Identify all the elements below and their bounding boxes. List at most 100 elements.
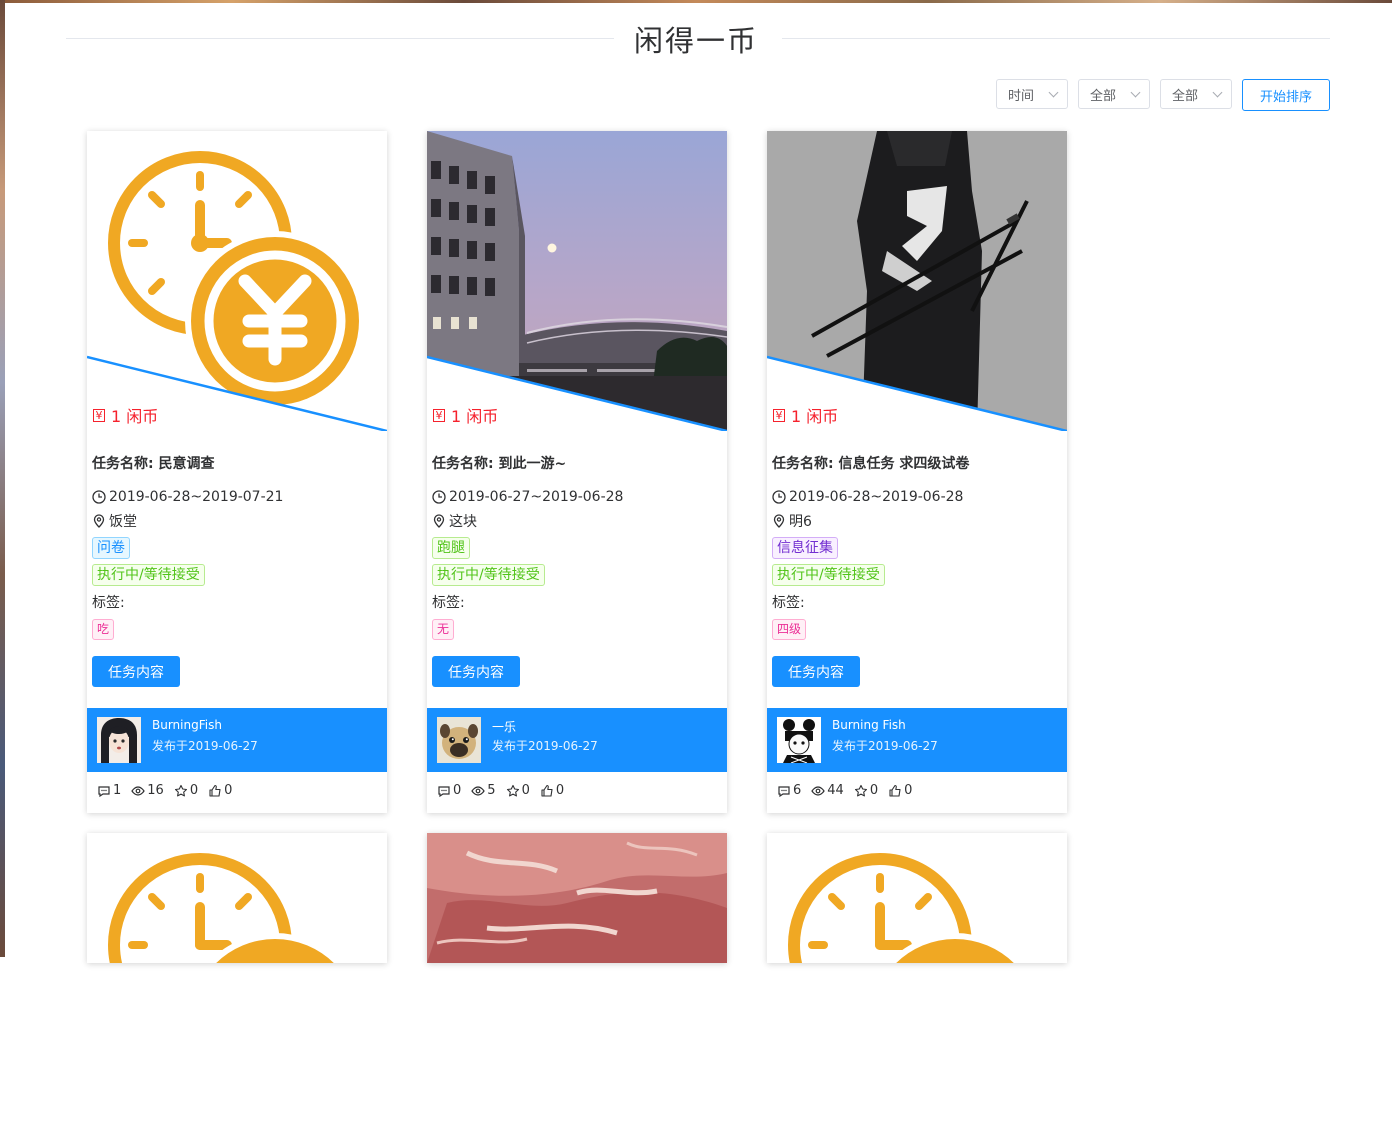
task-date-range: 2019-06-28~2019-06-28 [789, 489, 964, 505]
chevron-down-icon [1130, 87, 1141, 98]
star-count[interactable]: 0 [854, 783, 878, 798]
task-cover-image[interactable] [427, 131, 727, 431]
background-strip-left [0, 0, 5, 957]
task-tag: 四级 [772, 619, 807, 640]
page-title: 闲得一币 [633, 24, 758, 58]
task-name: 任务名称: 信息任务 求四级试卷 [772, 456, 970, 472]
status-filter-select[interactable]: 全部 [1160, 79, 1232, 109]
publish-date: 发布于2019-06-27 [832, 739, 938, 753]
task-place-name: 饭堂 [109, 514, 137, 530]
like-count-value: 0 [224, 783, 233, 798]
task-cover-image[interactable] [87, 131, 387, 431]
coin-icon: ¥ [433, 408, 445, 422]
task-card: ¥ 1 闲币 任务名称: 信息任务 求四级试卷 2019-06-28~2019-… [767, 131, 1067, 813]
like-count-value: 0 [904, 783, 913, 798]
star-icon [854, 784, 867, 796]
comment-count-value: 1 [113, 783, 122, 798]
avatar[interactable] [437, 717, 481, 763]
task-detail-button[interactable]: 任务内容 [432, 656, 520, 687]
task-place: 这块 [432, 511, 477, 531]
clock-coin-illustration [767, 833, 1067, 963]
avatar[interactable] [97, 717, 141, 763]
task-cover-image[interactable] [767, 833, 1067, 1133]
clock-icon [772, 490, 786, 504]
like-count[interactable]: 0 [888, 783, 912, 798]
author-name[interactable]: Burning Fish [832, 718, 906, 732]
task-detail-button[interactable]: 任务内容 [772, 656, 860, 687]
card-stats: 1 16 0 0 [97, 783, 232, 798]
coin-icon: ¥ [773, 408, 785, 422]
task-date: 2019-06-28~2019-06-28 [772, 489, 963, 505]
tags-label: 标签: [772, 595, 805, 611]
start-sort-button[interactable]: 开始排序 [1242, 79, 1330, 111]
task-card: ¥ 1 闲币 任务名称: 民意调查 2019-06-28~2019-07-21 … [87, 131, 387, 813]
background-strip-top [0, 0, 1392, 3]
figure-with-swords-photo [767, 131, 1067, 431]
like-count[interactable]: 0 [540, 783, 564, 798]
star-icon [506, 784, 519, 796]
author-bar: 一乐 发布于2019-06-27 [427, 708, 727, 772]
task-status-tag: 执行中/等待接受 [432, 564, 545, 586]
reward-amount: 1 闲币 [111, 407, 159, 426]
clock-icon [92, 490, 106, 504]
tags-label: 标签: [92, 595, 125, 611]
eye-icon [131, 785, 145, 796]
sort-field-select[interactable]: 时间 [996, 79, 1068, 109]
task-place-name: 明6 [789, 514, 812, 530]
task-place-name: 这块 [449, 514, 477, 530]
reward-badge: ¥ 1 闲币 [433, 403, 498, 427]
publish-date: 发布于2019-06-27 [492, 739, 598, 753]
view-count: 5 [471, 783, 496, 798]
comment-count[interactable]: 6 [777, 783, 801, 798]
view-count-value: 5 [487, 783, 496, 798]
chevron-down-icon [1048, 87, 1059, 98]
task-type-tag: 信息征集 [772, 537, 838, 559]
thumbs-up-icon [541, 784, 553, 797]
thumbs-up-icon [209, 784, 221, 797]
task-cover-image[interactable] [767, 131, 1067, 431]
type-filter-select[interactable]: 全部 [1078, 79, 1150, 109]
like-count[interactable]: 0 [208, 783, 232, 798]
eye-icon [811, 785, 825, 796]
raw-meat-photo [427, 833, 727, 963]
task-type-tag: 问卷 [92, 537, 130, 559]
view-count: 16 [131, 783, 164, 798]
comment-icon [778, 785, 790, 797]
task-date: 2019-06-28~2019-07-21 [92, 489, 283, 505]
comment-count[interactable]: 0 [437, 783, 461, 798]
task-date-range: 2019-06-27~2019-06-28 [449, 489, 624, 505]
author-name[interactable]: BurningFish [152, 718, 222, 732]
card-stats: 0 5 0 0 [437, 783, 564, 798]
star-icon [174, 784, 187, 796]
publish-date: 发布于2019-06-27 [152, 739, 258, 753]
title-divider-left [66, 38, 614, 39]
author-bar: BurningFish 发布于2019-06-27 [87, 708, 387, 772]
comment-count[interactable]: 1 [97, 783, 121, 798]
task-status-tag: 执行中/等待接受 [92, 564, 205, 586]
location-pin-icon [433, 514, 445, 528]
author-name[interactable]: 一乐 [492, 718, 516, 735]
avatar[interactable] [777, 717, 821, 763]
task-cover-image[interactable] [427, 833, 727, 1133]
task-date-range: 2019-06-28~2019-07-21 [109, 489, 284, 505]
star-count-value: 0 [521, 783, 530, 798]
avatar-image [97, 717, 141, 763]
task-status-tag: 执行中/等待接受 [772, 564, 885, 586]
reward-amount: 1 闲币 [791, 407, 839, 426]
location-pin-icon [93, 514, 105, 528]
star-count[interactable]: 0 [506, 783, 530, 798]
task-place: 饭堂 [92, 511, 137, 531]
coin-icon: ¥ [93, 408, 105, 422]
reward-badge: ¥ 1 闲币 [93, 403, 158, 427]
star-count[interactable]: 0 [174, 783, 198, 798]
task-date: 2019-06-27~2019-06-28 [432, 489, 623, 505]
avatar-image [437, 717, 481, 763]
clock-coin-illustration [87, 833, 387, 963]
reward-badge: ¥ 1 闲币 [773, 403, 838, 427]
tags-label: 标签: [432, 595, 465, 611]
task-detail-button[interactable]: 任务内容 [92, 656, 180, 687]
task-cover-image[interactable] [87, 833, 387, 1133]
task-card: ¥ 1 闲币 任务名称: 到此一游~ 2019-06-27~2019-06-28… [427, 131, 727, 813]
comment-icon [98, 785, 110, 797]
location-pin-icon [773, 514, 785, 528]
